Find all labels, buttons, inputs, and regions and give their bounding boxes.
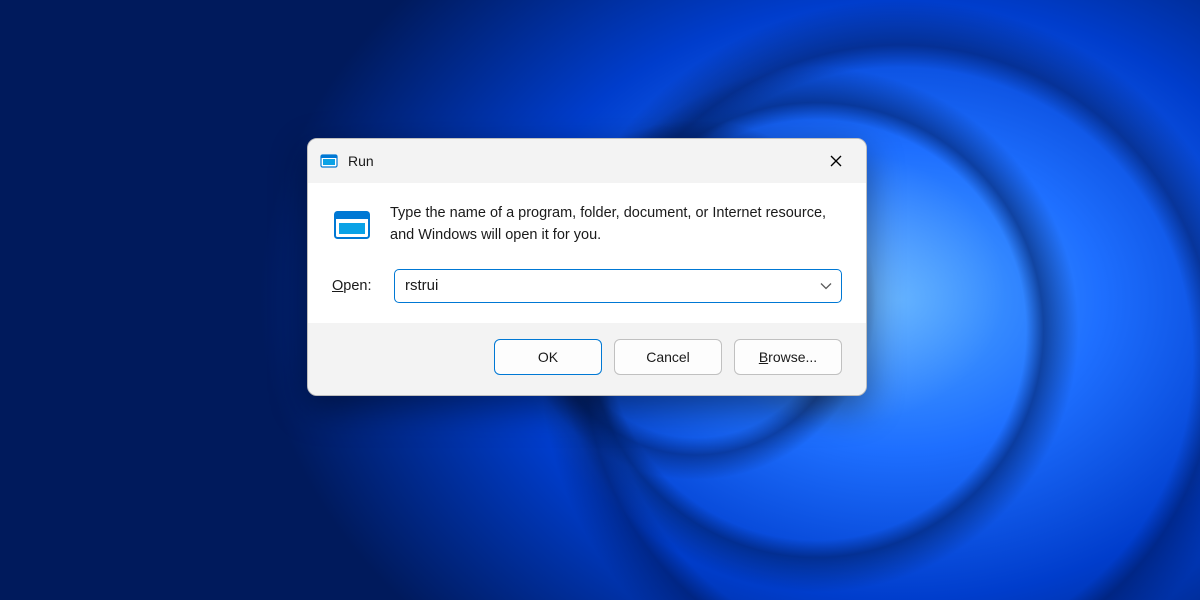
open-combobox[interactable] [394,269,842,303]
close-icon [830,155,842,167]
button-bar: OK Cancel Browse... [308,323,866,395]
dialog-description: Type the name of a program, folder, docu… [390,203,842,247]
run-titlebar-icon [320,152,338,170]
dialog-body: Type the name of a program, folder, docu… [308,183,866,323]
open-input[interactable] [394,269,842,303]
browse-button[interactable]: Browse... [734,339,842,375]
ok-button[interactable]: OK [494,339,602,375]
run-app-icon [332,205,372,245]
titlebar[interactable]: Run [308,139,866,183]
cancel-button[interactable]: Cancel [614,339,722,375]
run-dialog: Run Type the name of a program, folder, … [307,138,867,396]
dialog-title: Run [348,153,814,169]
close-button[interactable] [814,143,858,179]
open-label: Open: [332,278,380,294]
